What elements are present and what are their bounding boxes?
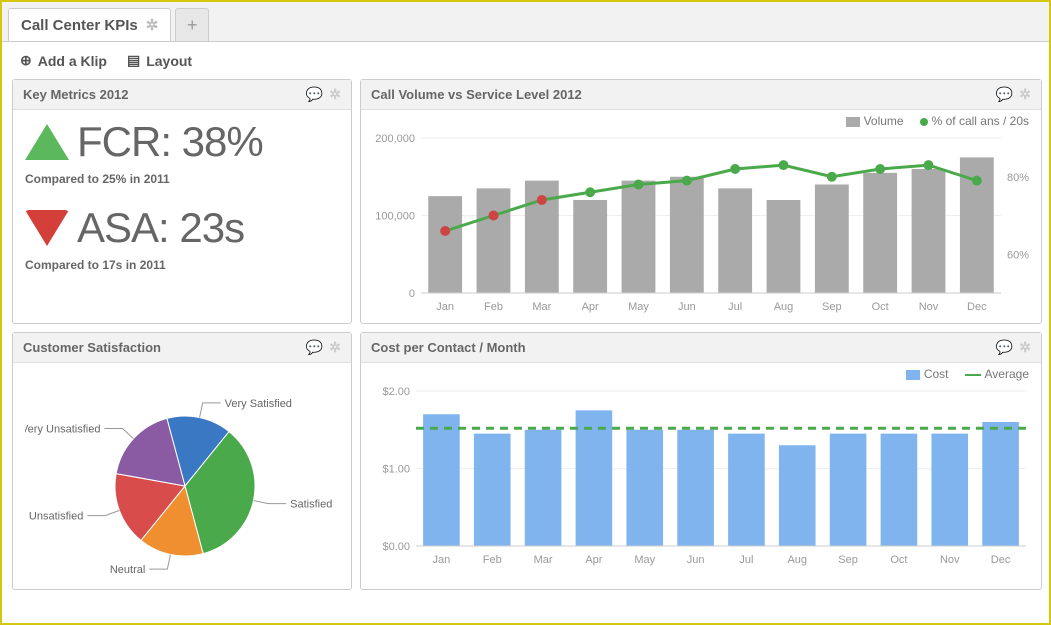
svg-text:$2.00: $2.00	[382, 386, 410, 398]
klip-csat: Customer Satisfaction 💬 ✲ Very Satisfied…	[12, 332, 352, 590]
legend-volume: Volume	[864, 114, 904, 128]
cost-legend: Cost Average	[361, 363, 1041, 381]
svg-text:May: May	[628, 301, 649, 313]
svg-text:Very Satisfied: Very Satisfied	[225, 398, 292, 410]
up-triangle-icon	[25, 124, 69, 160]
layout-button[interactable]: ▤ Layout	[127, 52, 192, 69]
gear-icon[interactable]: ✲	[1019, 86, 1031, 103]
gear-icon[interactable]: ✲	[146, 16, 159, 34]
add-klip-label: Add a Klip	[38, 53, 107, 69]
svg-text:Very Unsatisfied: Very Unsatisfied	[25, 423, 100, 435]
svg-text:Aug: Aug	[774, 301, 794, 313]
gear-icon[interactable]: ✲	[329, 86, 341, 103]
svg-text:Mar: Mar	[534, 554, 553, 566]
down-triangle-icon	[25, 210, 69, 246]
klip-title: Call Volume vs Service Level 2012	[371, 87, 582, 102]
svg-text:Neutral: Neutral	[110, 564, 145, 576]
svg-text:60%: 60%	[1007, 249, 1029, 261]
klip-title: Cost per Contact / Month	[371, 340, 526, 355]
volume-chart: 0 100,000 200,000 60% 80% Jan Feb Mar Apr May Jun J…	[361, 128, 1041, 323]
asa-value: ASA: 23s	[77, 204, 244, 252]
gear-icon[interactable]: ✲	[329, 339, 341, 356]
svg-text:Aug: Aug	[787, 554, 807, 566]
svg-text:Apr: Apr	[582, 301, 599, 313]
klip-key-metrics: Key Metrics 2012 💬 ✲ FCR: 38% Compared t…	[12, 79, 352, 324]
legend-pct: % of call ans / 20s	[932, 114, 1029, 128]
svg-text:Mar: Mar	[532, 301, 551, 313]
comment-icon[interactable]: 💬	[306, 86, 323, 103]
svg-text:Jul: Jul	[739, 554, 753, 566]
comment-icon[interactable]: 💬	[306, 339, 323, 356]
legend-cost: Cost	[924, 367, 949, 381]
svg-text:May: May	[634, 554, 655, 566]
svg-text:$0.00: $0.00	[382, 541, 410, 553]
klip-call-volume: Call Volume vs Service Level 2012 💬 ✲ Vo…	[360, 79, 1042, 324]
svg-text:Oct: Oct	[872, 301, 889, 313]
toolbar: ⊕ Add a Klip ▤ Layout	[2, 42, 1049, 79]
svg-text:Jan: Jan	[436, 301, 454, 313]
tab-bar: Call Center KPIs ✲ +	[2, 2, 1049, 42]
add-klip-button[interactable]: ⊕ Add a Klip	[20, 52, 107, 69]
cost-chart: $0.00 $1.00 $2.00 Jan Feb Mar Apr May Jun Jul Aug S…	[361, 381, 1041, 576]
klip-cost: Cost per Contact / Month 💬 ✲ Cost Averag…	[360, 332, 1042, 590]
fcr-value: FCR: 38%	[77, 118, 263, 166]
gear-icon[interactable]: ✲	[1019, 339, 1031, 356]
svg-text:Satisfied: Satisfied	[290, 499, 332, 511]
comment-icon[interactable]: 💬	[996, 86, 1013, 103]
legend-avg: Average	[985, 367, 1029, 381]
svg-text:Apr: Apr	[585, 554, 602, 566]
svg-text:Feb: Feb	[483, 554, 502, 566]
svg-text:Jun: Jun	[687, 554, 705, 566]
klip-title: Key Metrics 2012	[23, 87, 129, 102]
svg-text:Oct: Oct	[890, 554, 907, 566]
svg-text:Dec: Dec	[967, 301, 987, 313]
svg-text:100,000: 100,000	[375, 211, 415, 223]
svg-text:Jan: Jan	[433, 554, 451, 566]
svg-text:Feb: Feb	[484, 301, 503, 313]
svg-text:80%: 80%	[1007, 172, 1029, 184]
tab-call-center-kpis[interactable]: Call Center KPIs ✲	[8, 8, 171, 41]
tab-label: Call Center KPIs	[21, 17, 138, 34]
asa-subtext: Compared to 17s in 2011	[25, 258, 339, 272]
volume-legend: Volume % of call ans / 20s	[361, 110, 1041, 128]
plus-circle-icon: ⊕	[20, 52, 32, 69]
csat-chart: Very Satisfied Satisfied Neutral Unsatisfie…	[13, 363, 351, 589]
svg-text:200,000: 200,000	[375, 133, 415, 145]
svg-text:Nov: Nov	[919, 301, 939, 313]
svg-text:$1.00: $1.00	[382, 464, 410, 476]
svg-text:Dec: Dec	[991, 554, 1011, 566]
svg-text:Sep: Sep	[822, 301, 842, 313]
grid-icon: ▤	[127, 52, 140, 69]
comment-icon[interactable]: 💬	[996, 339, 1013, 356]
svg-text:0: 0	[409, 288, 415, 300]
add-tab-button[interactable]: +	[175, 8, 209, 41]
svg-text:Nov: Nov	[940, 554, 960, 566]
svg-text:Jul: Jul	[728, 301, 742, 313]
fcr-subtext: Compared to 25% in 2011	[25, 172, 339, 186]
svg-text:Jun: Jun	[678, 301, 696, 313]
layout-label: Layout	[146, 53, 192, 69]
svg-text:Unsatisfied: Unsatisfied	[29, 511, 83, 523]
klip-title: Customer Satisfaction	[23, 340, 161, 355]
svg-text:Sep: Sep	[838, 554, 858, 566]
